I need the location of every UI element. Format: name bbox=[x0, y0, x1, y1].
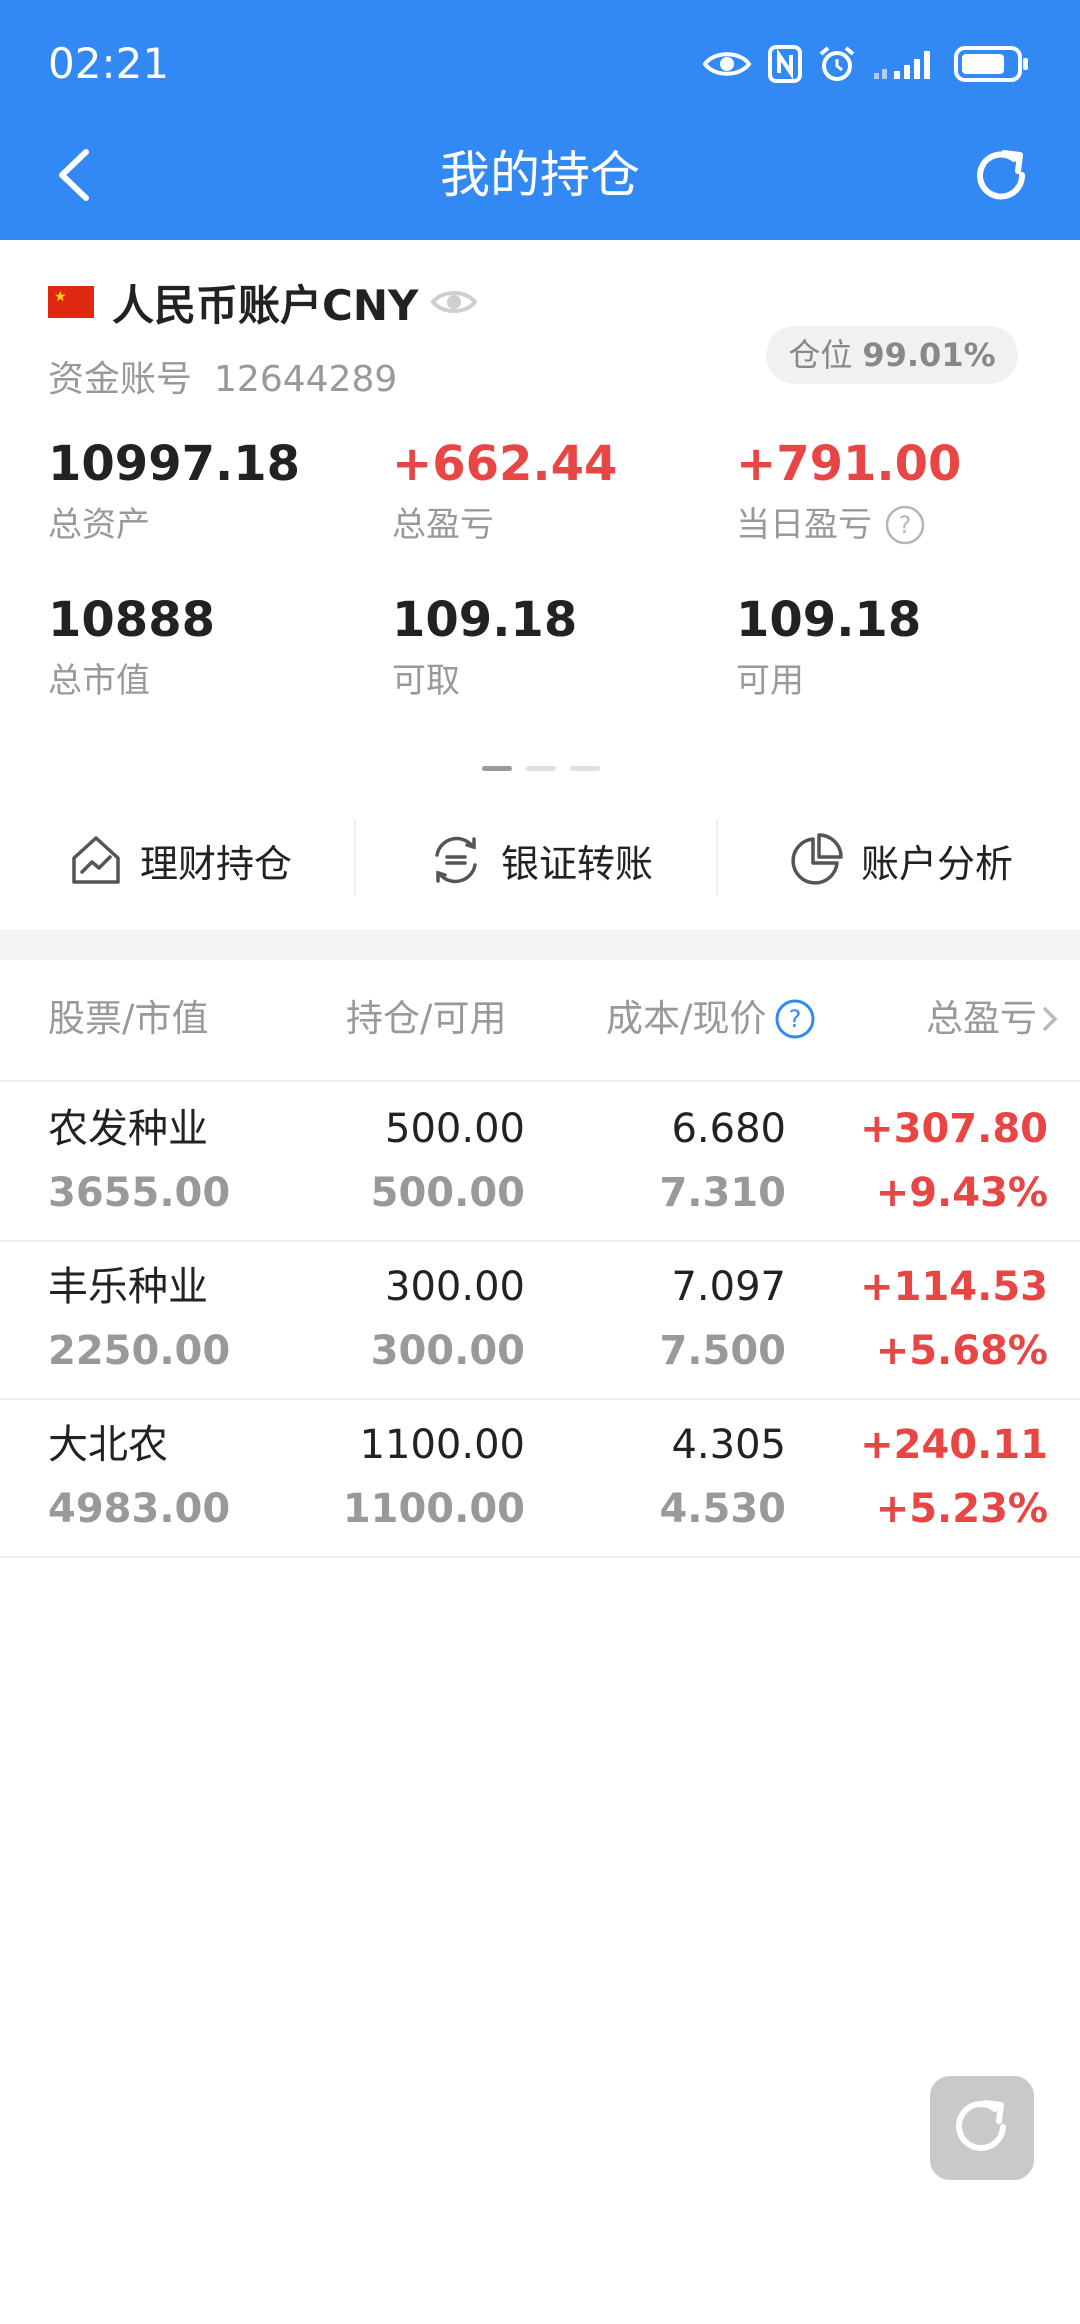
stat-available: 109.18 可用 bbox=[736, 590, 921, 706]
header-cost-price[interactable]: 成本/现价 ? bbox=[606, 994, 816, 1044]
available-qty: 300.00 bbox=[370, 1328, 525, 1374]
stock-name: 大北农 bbox=[48, 1422, 168, 1468]
china-flag-icon: ★ bbox=[48, 286, 94, 318]
svg-text:?: ? bbox=[789, 1005, 802, 1033]
header-label: 成本/现价 bbox=[606, 997, 767, 1040]
total-pnl-pct: +5.68% bbox=[875, 1328, 1048, 1374]
page-dot bbox=[570, 766, 600, 771]
available-qty: 1100.00 bbox=[342, 1486, 525, 1532]
refresh-icon bbox=[956, 2100, 1006, 2151]
action-label: 账户分析 bbox=[860, 841, 1013, 886]
holding-qty: 300.00 bbox=[385, 1264, 525, 1310]
cost-price: 7.097 bbox=[671, 1264, 786, 1310]
app-header: 02:21 我的持仓 bbox=[0, 0, 1080, 240]
cost-price: 6.680 bbox=[671, 1106, 786, 1152]
action-bar: 理财持仓 银证转账 账户分析 bbox=[0, 810, 1080, 910]
stat-label: 总资产 bbox=[48, 505, 150, 545]
current-price: 4.530 bbox=[659, 1486, 786, 1532]
help-icon[interactable]: ? bbox=[774, 998, 816, 1040]
total-pnl: +240.11 bbox=[860, 1422, 1048, 1468]
stat-label: 可用 bbox=[736, 661, 804, 701]
fund-account-label: 资金账号 bbox=[48, 359, 193, 400]
header-label: 总盈亏 bbox=[926, 997, 1037, 1040]
table-row[interactable]: 大北农 4983.00 1100.00 1100.00 4.305 4.530 … bbox=[0, 1400, 1080, 1558]
current-price: 7.310 bbox=[659, 1170, 786, 1216]
wealth-holdings-button[interactable]: 理财持仓 bbox=[0, 810, 360, 910]
stat-label: 当日盈亏 bbox=[736, 505, 872, 545]
pie-chart-icon bbox=[791, 833, 843, 885]
battery-icon bbox=[954, 46, 1028, 82]
stat-withdrawable: 109.18 可取 bbox=[392, 590, 577, 706]
eye-toggle-icon[interactable] bbox=[430, 285, 478, 319]
page-title: 我的持仓 bbox=[440, 146, 640, 204]
holding-qty: 500.00 bbox=[385, 1106, 525, 1152]
stock-market-value: 2250.00 bbox=[48, 1328, 231, 1374]
table-row[interactable]: 农发种业 3655.00 500.00 500.00 6.680 7.310 +… bbox=[0, 1084, 1080, 1242]
chevron-right-icon bbox=[1043, 1007, 1058, 1031]
account-name: 人民币账户CNY bbox=[112, 280, 419, 330]
total-pnl: +307.80 bbox=[860, 1106, 1048, 1152]
action-label: 理财持仓 bbox=[139, 841, 292, 886]
position-value: 99.01% bbox=[862, 336, 996, 374]
holdings-table-header: 股票/市值 持仓/可用 成本/现价 ? 总盈亏 bbox=[0, 960, 1080, 1082]
header-total-pnl[interactable]: 总盈亏 bbox=[926, 994, 1059, 1044]
floating-refresh-button[interactable] bbox=[930, 2076, 1034, 2180]
table-row[interactable]: 丰乐种业 2250.00 300.00 300.00 7.097 7.500 +… bbox=[0, 1242, 1080, 1400]
bank-transfer-button[interactable]: 银证转账 bbox=[360, 810, 720, 910]
nfc-icon bbox=[768, 45, 802, 83]
stat-value: +662.44 bbox=[392, 436, 618, 492]
status-icons bbox=[702, 42, 1030, 86]
page-indicator bbox=[482, 766, 600, 771]
holding-qty: 1100.00 bbox=[359, 1422, 525, 1468]
section-separator bbox=[0, 930, 1080, 960]
position-ratio-badge: 仓位 99.01% bbox=[766, 326, 1018, 384]
holdings-page: 02:21 我的持仓 ★ 人民币账户CNY 资金账号 12644289 仓位 9… bbox=[0, 0, 1080, 2324]
stat-value: 10997.18 bbox=[48, 436, 301, 492]
action-divider bbox=[354, 820, 356, 896]
account-name-row: ★ 人民币账户CNY bbox=[48, 272, 478, 332]
stat-value: +791.00 bbox=[736, 436, 962, 492]
stock-market-value: 3655.00 bbox=[48, 1170, 231, 1216]
stat-label-row: 当日盈亏 ? bbox=[736, 500, 961, 550]
signal-icon bbox=[874, 51, 930, 79]
page-dot bbox=[482, 766, 512, 771]
action-label: 银证转账 bbox=[500, 841, 653, 886]
stat-value: 10888 bbox=[48, 592, 215, 648]
available-qty: 500.00 bbox=[370, 1170, 525, 1216]
total-pnl-pct: +9.43% bbox=[875, 1170, 1048, 1216]
fund-account-row: 资金账号 12644289 bbox=[48, 350, 397, 402]
stock-name: 丰乐种业 bbox=[48, 1264, 208, 1310]
fund-account-number: 12644289 bbox=[214, 359, 398, 400]
stat-total-pnl: +662.44 总盈亏 bbox=[392, 434, 617, 550]
alarm-icon bbox=[819, 46, 855, 81]
svg-text:?: ? bbox=[899, 511, 912, 539]
help-icon[interactable]: ? bbox=[884, 504, 926, 546]
position-label: 仓位 bbox=[788, 336, 853, 374]
stat-label: 总盈亏 bbox=[392, 505, 494, 545]
action-divider bbox=[716, 820, 718, 896]
total-pnl-pct: +5.23% bbox=[875, 1486, 1048, 1532]
status-time: 02:21 bbox=[48, 39, 170, 88]
eye-status-icon bbox=[702, 52, 752, 76]
stock-market-value: 4983.00 bbox=[48, 1486, 231, 1532]
account-analysis-button[interactable]: 账户分析 bbox=[720, 810, 1080, 910]
current-price: 7.500 bbox=[659, 1328, 786, 1374]
stat-value: 109.18 bbox=[392, 592, 578, 648]
stat-value: 109.18 bbox=[736, 592, 922, 648]
cost-price: 4.305 bbox=[671, 1422, 786, 1468]
stat-label: 可取 bbox=[392, 661, 460, 701]
header-holding-available: 持仓/可用 bbox=[346, 997, 507, 1040]
stock-name: 农发种业 bbox=[48, 1106, 208, 1152]
stat-label: 总市值 bbox=[48, 661, 150, 701]
house-chart-icon bbox=[72, 836, 120, 884]
stat-market-value: 10888 总市值 bbox=[48, 590, 215, 706]
stat-daily-pnl: +791.00 当日盈亏 ? bbox=[736, 434, 961, 550]
total-pnl: +114.53 bbox=[860, 1264, 1048, 1310]
transfer-icon bbox=[435, 836, 477, 884]
stat-total-assets: 10997.18 总资产 bbox=[48, 434, 300, 550]
page-dot bbox=[526, 766, 556, 771]
header-stock-value: 股票/市值 bbox=[48, 997, 209, 1040]
refresh-icon[interactable] bbox=[970, 145, 1034, 209]
